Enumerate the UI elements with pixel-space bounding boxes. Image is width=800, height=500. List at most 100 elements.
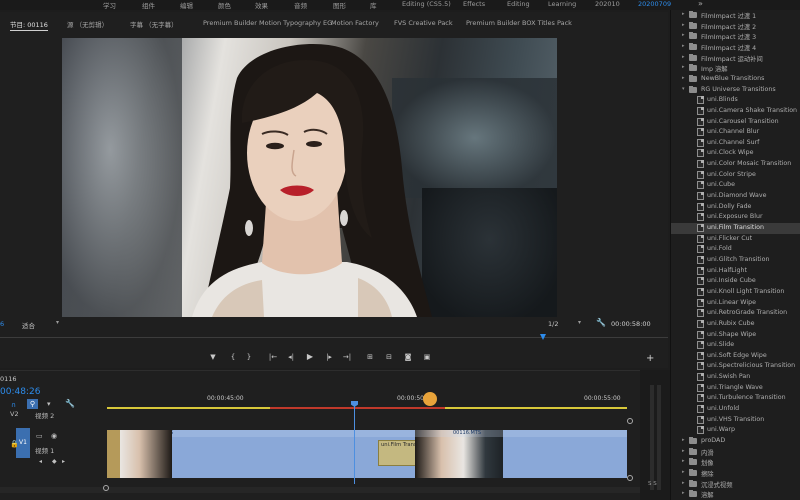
- playhead-timecode-fragment[interactable]: 6: [0, 320, 4, 328]
- workspace-tab-effects-en[interactable]: Effects: [463, 0, 485, 8]
- effects-folder[interactable]: ▸ 划像: [671, 457, 800, 468]
- snap-icon[interactable]: ∩: [11, 401, 16, 409]
- keyframe-icon[interactable]: ◆: [52, 458, 57, 465]
- effects-item[interactable]: uni.Slide: [671, 340, 800, 351]
- workspace-tab-learn[interactable]: 学习: [103, 0, 116, 10]
- chevron-right-icon[interactable]: ▸: [682, 43, 685, 49]
- prev-keyframe-icon[interactable]: ◂: [39, 458, 42, 465]
- effects-item[interactable]: uni.HalfLight: [671, 266, 800, 277]
- next-keyframe-icon[interactable]: ▸: [62, 458, 65, 465]
- chevron-right-icon[interactable]: ▸: [682, 469, 685, 475]
- effects-item[interactable]: uni.Flicker Cut: [671, 234, 800, 245]
- zoom-handle-icon[interactable]: [103, 485, 109, 491]
- effects-item[interactable]: uni.Unfold: [671, 404, 800, 415]
- timeline-timecode[interactable]: 00:48:26: [0, 387, 40, 397]
- compare-icon[interactable]: ▣: [422, 352, 432, 362]
- effects-folder[interactable]: ▸ Imp 溶解: [671, 63, 800, 74]
- workspace-tab-learning-en[interactable]: Learning: [548, 0, 576, 8]
- effects-item[interactable]: uni.Color Stripe: [671, 170, 800, 181]
- program-video-frame[interactable]: [62, 38, 557, 317]
- chevron-right-icon[interactable]: ▸: [682, 437, 685, 443]
- timeline-settings-icon[interactable]: 🔧: [65, 399, 75, 408]
- monitor-scrub-bar[interactable]: [0, 333, 668, 341]
- go-to-out-icon[interactable]: →|: [342, 352, 352, 362]
- workspace-tab-graphics[interactable]: 图形: [333, 0, 346, 10]
- chevron-right-icon[interactable]: ▸: [682, 458, 685, 464]
- tab-captions[interactable]: 字幕 （无字幕）: [130, 19, 178, 29]
- chevron-down-icon[interactable]: ▾: [56, 319, 59, 326]
- chevron-right-icon[interactable]: ▸: [682, 32, 685, 38]
- chevron-right-icon[interactable]: ▸: [682, 490, 685, 496]
- effects-item[interactable]: uni.Blinds: [671, 95, 800, 106]
- effects-folder[interactable]: ▸ proDAD: [671, 436, 800, 447]
- in-point-icon[interactable]: {: [228, 352, 238, 362]
- export-frame-icon[interactable]: ◙: [403, 352, 413, 362]
- effects-item[interactable]: uni.Cube: [671, 180, 800, 191]
- effects-item[interactable]: uni.Diamond Wave: [671, 191, 800, 202]
- sequence-tab[interactable]: 0116: [0, 375, 17, 383]
- meter-solo-label[interactable]: S S: [648, 481, 657, 487]
- out-point-icon[interactable]: }: [244, 352, 254, 362]
- effects-folder[interactable]: ▸ 溶解: [671, 489, 800, 500]
- zoom-handle-icon[interactable]: [627, 475, 633, 481]
- workspace-tab-editing-cs55[interactable]: Editing (CS5.5): [402, 0, 451, 8]
- chevron-right-icon[interactable]: ▸: [682, 11, 685, 17]
- chevron-down-icon[interactable]: ▾: [682, 86, 685, 92]
- zoom-handle-icon[interactable]: [627, 418, 633, 424]
- step-back-icon[interactable]: ◂|: [286, 352, 296, 362]
- time-ruler[interactable]: 00:00:45:00 00:00:50:00 00:00:55:00: [107, 395, 627, 407]
- lock-icon[interactable]: 🔒: [10, 440, 19, 448]
- workspace-tab-202010[interactable]: 202010: [595, 0, 620, 8]
- tab-premium-builder-motion[interactable]: Premium Builder Motion Typography EG: [203, 19, 332, 27]
- effects-folder[interactable]: ▸ FilmImpact 过渡 4: [671, 42, 800, 53]
- add-marker-icon[interactable]: ▾: [47, 400, 51, 408]
- tab-fvs-creative-pack[interactable]: FVS Creative Pack: [394, 19, 453, 27]
- settings-wrench-icon[interactable]: 🔧: [596, 318, 606, 327]
- effects-item[interactable]: uni.Film Transition: [671, 223, 800, 234]
- film-icon[interactable]: ▭: [36, 432, 43, 440]
- timeline-clip[interactable]: 00116.MTS: [415, 430, 627, 478]
- workspace-tab-20200709[interactable]: 20200709: [638, 0, 671, 8]
- tab-program-monitor[interactable]: 节目: 00116: [10, 19, 48, 31]
- effects-item[interactable]: uni.Exposure Blur: [671, 212, 800, 223]
- effects-item[interactable]: uni.Inside Cube: [671, 276, 800, 287]
- effects-item[interactable]: uni.Linear Wipe: [671, 298, 800, 309]
- workspace-tab-effects[interactable]: 效果: [255, 0, 268, 10]
- effects-item[interactable]: uni.VHS Transition: [671, 415, 800, 426]
- effects-folder[interactable]: ▸ 沉浸式视频: [671, 479, 800, 490]
- effects-folder[interactable]: ▸ FilmImpact 过渡 2: [671, 21, 800, 32]
- more-workspaces-icon[interactable]: »: [698, 0, 703, 8]
- tab-motion-factory[interactable]: Motion Factory: [331, 19, 379, 27]
- effects-item[interactable]: uni.Camera Shake Transition: [671, 106, 800, 117]
- chevron-right-icon[interactable]: ▸: [682, 448, 685, 454]
- effects-item[interactable]: uni.Glitch Transition: [671, 255, 800, 266]
- effects-item[interactable]: uni.Knoll Light Transition: [671, 287, 800, 298]
- effects-folder[interactable]: ▸ FilmImpact 过渡 1: [671, 10, 800, 21]
- resolution-dropdown[interactable]: 1/2: [548, 320, 558, 328]
- workspace-tab-assembly[interactable]: 组件: [142, 0, 155, 10]
- timeline-playhead[interactable]: [354, 402, 355, 484]
- effects-item[interactable]: uni.Channel Blur: [671, 127, 800, 138]
- effects-item[interactable]: uni.Shape Wipe: [671, 330, 800, 341]
- tab-premium-builder-box[interactable]: Premium Builder BOX Titles Pack: [466, 19, 572, 27]
- chevron-right-icon[interactable]: ▸: [682, 64, 685, 70]
- chevron-down-icon[interactable]: ▾: [578, 319, 581, 326]
- effects-item[interactable]: uni.Warp: [671, 425, 800, 436]
- play-icon[interactable]: ▶: [305, 352, 315, 362]
- timeline-clip[interactable]: 00116.MTS: [107, 430, 415, 478]
- effects-item[interactable]: uni.Color Mosaic Transition: [671, 159, 800, 170]
- chevron-right-icon[interactable]: ▸: [682, 54, 685, 60]
- chevron-right-icon[interactable]: ▸: [682, 75, 685, 81]
- workspace-tab-audio[interactable]: 音频: [294, 0, 307, 10]
- extract-icon[interactable]: ⊟: [384, 352, 394, 362]
- go-to-in-icon[interactable]: |←: [268, 352, 278, 362]
- effects-item[interactable]: uni.Clock Wipe: [671, 148, 800, 159]
- effects-item[interactable]: uni.Carousel Transition: [671, 117, 800, 128]
- workspace-tab-libraries[interactable]: 库: [370, 0, 377, 10]
- timeline-scrollbar[interactable]: [0, 487, 640, 493]
- effects-item[interactable]: uni.Triangle Wave: [671, 383, 800, 394]
- effects-folder[interactable]: ▸ FilmImpact 过渡 3: [671, 31, 800, 42]
- marker-icon[interactable]: ▼: [208, 352, 218, 362]
- workspace-tab-editing-en[interactable]: Editing: [507, 0, 530, 8]
- effects-item[interactable]: uni.Spectrelicious Transition: [671, 361, 800, 372]
